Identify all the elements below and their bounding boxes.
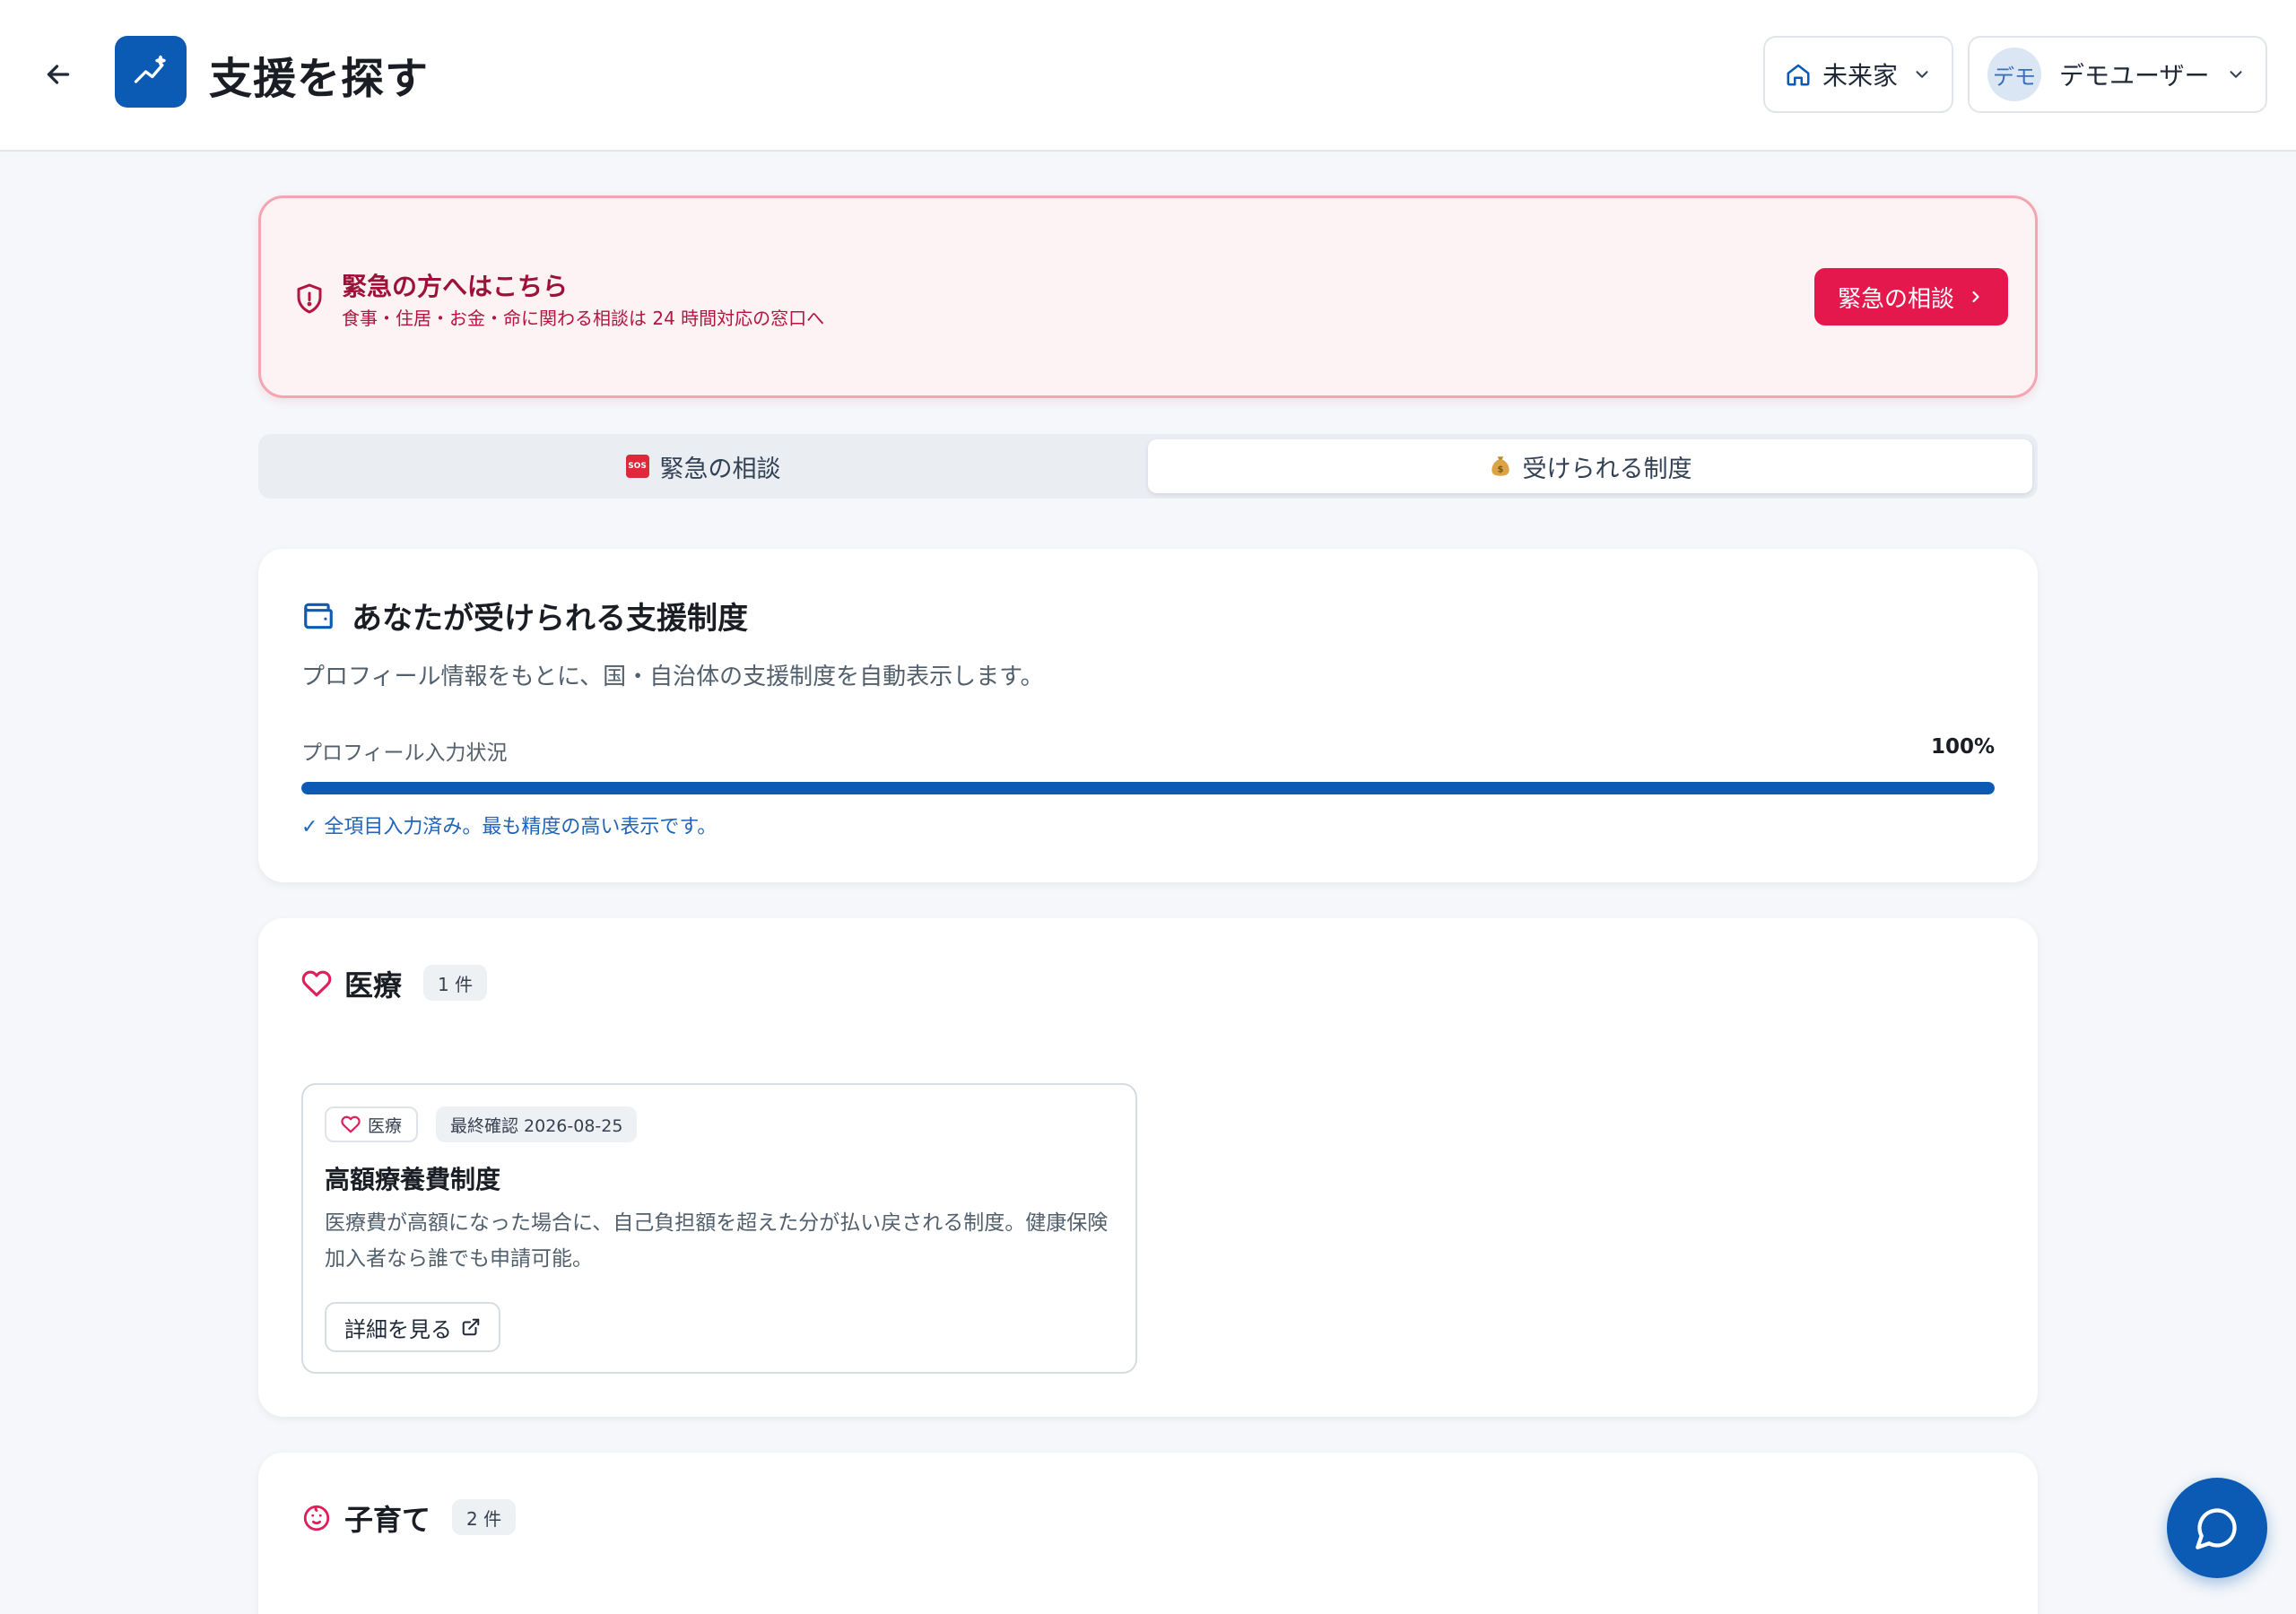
home-icon [1787,64,1810,86]
sos-icon: SOS [625,455,649,478]
progress-bar-fill [301,782,1995,794]
avatar: デモ [1987,48,2041,101]
household-name: 未来家 [1822,61,1899,91]
chevron-down-icon [2230,71,2242,78]
progress-bar [301,782,1995,794]
view-details-label: 詳細を見る [344,1316,452,1342]
section-childcare: 子育て 2 件 [258,1453,2038,1614]
emergency-consult-label: 緊急の相談 [1837,285,1954,313]
chevron-right-icon [1972,291,1979,303]
progress-label: プロフィール入力状況 [301,742,508,765]
tab-emergency[interactable]: SOS 緊急の相談 [264,439,1143,493]
trending-up-icon [134,55,166,83]
app-header: 支援を探す 未来家 デモ デモユーザー [0,0,2296,152]
user-menu[interactable]: デモ デモユーザー [1968,36,2267,113]
tab-emergency-label: 緊急の相談 [659,455,781,483]
tab-programs-label: 受けられる制度 [1522,455,1692,483]
heart-icon [301,970,332,997]
summary-description: プロフィール情報をもとに、国・自治体の支援制度を自動表示します。 [301,664,1044,690]
back-button[interactable] [36,52,81,97]
emergency-banner: 緊急の方へはこちら 食事・住居・お金・命に関わる相談は 24 時間対応の窓口へ … [258,195,2038,398]
count-badge: 1 件 [423,965,488,1001]
money-bag-icon: $ [1491,456,1509,476]
chevron-down-icon [1916,71,1928,78]
count-badge: 2 件 [452,1499,517,1535]
chat-button[interactable] [2167,1478,2267,1578]
app-logo [115,36,187,108]
svg-text:$: $ [1497,464,1503,474]
program-title: 高額療養費制度 [325,1165,501,1194]
summary-card: あなたが受けられる支援制度 プロフィール情報をもとに、国・自治体の支援制度を自動… [258,549,2038,882]
tab-bar: SOS 緊急の相談 $ 受けられる制度 [258,434,2038,499]
view-details-button[interactable]: 詳細を見る [325,1302,500,1352]
section-title: 子育て [344,1503,431,1537]
program-card: 医療 最終確認 2026-08-25 高額療養費制度 医療費が高額になった場合に… [301,1083,1137,1374]
wallet-icon [304,603,333,629]
category-tag: 医療 [325,1106,419,1142]
last-checked-badge: 最終確認 2026-08-25 [436,1106,638,1142]
summary-title: あなたが受けられる支援制度 [352,601,748,637]
page-title: 支援を探す [209,54,430,104]
external-link-icon [462,1318,480,1336]
banner-subtitle: 食事・住居・お金・命に関わる相談は 24 時間対応の窓口へ [342,308,825,329]
progress-value: 100% [1930,735,1995,759]
category-tag-label: 医療 [368,1115,403,1136]
program-description: 医療費が高額になった場合に、自己負担額を超えた分が払い戻される制度。健康保険加入… [325,1211,1109,1271]
heart-icon [341,1115,361,1133]
progress-note: ✓ 全項目入力済み。最も精度の高い表示です。 [301,816,718,838]
tab-programs[interactable]: $ 受けられる制度 [1148,439,2032,493]
section-title: 医療 [344,968,403,1002]
emergency-consult-button[interactable]: 緊急の相談 [1814,268,2008,325]
shield-alert-icon [297,283,322,314]
household-selector[interactable]: 未来家 [1763,36,1953,113]
banner-title: 緊急の方へはこちら [342,272,569,301]
chat-bubble-icon [2196,1508,2237,1549]
section-medical: 医療 1 件 医療 最終確認 2026-08-25 高額療養費制度 医療費が高額… [258,918,2038,1417]
user-name: デモユーザー [2059,61,2210,91]
baby-icon [303,1505,330,1532]
arrow-left-icon [47,65,70,84]
